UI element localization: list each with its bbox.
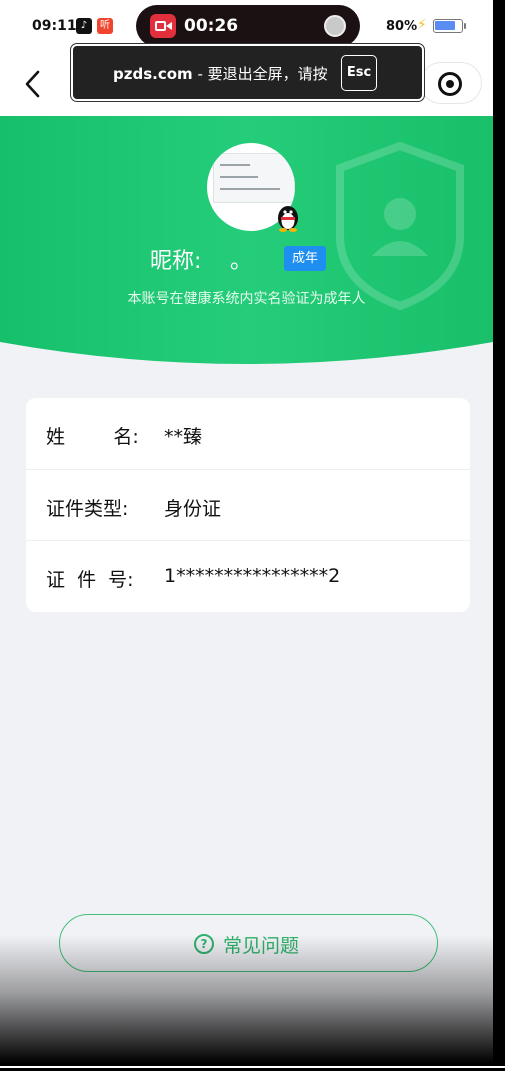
row-label: 证件类型: [46, 498, 129, 520]
target-icon[interactable] [438, 72, 462, 96]
question-circle-icon: ? [194, 934, 214, 954]
recording-elapsed-time: 00:26 [184, 16, 239, 36]
battery-cap [464, 23, 466, 29]
info-row-id-type: 证件类型: 身份证 [26, 469, 470, 541]
info-row-name: 姓 名: **臻 [26, 398, 470, 469]
row-label: 证 件 号: [46, 569, 134, 591]
status-time: 09:11 [32, 18, 77, 34]
charging-bolt-icon: ⚡ [417, 17, 427, 33]
battery-percent: 80% [386, 19, 418, 34]
nickname-value: 。 [230, 249, 253, 274]
back-arrow-icon[interactable] [22, 68, 46, 100]
nickname-label: 昵称: [150, 249, 202, 274]
row-value: 1****************2 [164, 565, 341, 587]
douyin-icon: ♪ [76, 18, 92, 34]
identity-info-card: 姓 名: **臻 证件类型: 身份证 证 件 号: 1*************… [26, 398, 470, 612]
row-value: **臻 [164, 426, 203, 448]
toast-message: 要退出全屏，请按 [207, 65, 328, 83]
battery-level-fill [435, 21, 455, 30]
fullscreen-exit-toast: pzds.com - 要退出全屏，请按 Esc [71, 44, 424, 101]
screen-bezel-right [493, 0, 505, 1071]
row-value: 身份证 [164, 498, 222, 520]
faq-label: 常见问题 [223, 935, 300, 957]
screen-bottom-line [0, 1066, 505, 1068]
ting-icon: 听 [97, 18, 113, 34]
toast-text: pzds.com - 要退出全屏，请按 [113, 63, 328, 84]
battery-icon [433, 19, 463, 33]
avatar-line [220, 188, 280, 190]
qq-penguin-icon [278, 206, 298, 232]
avatar-image [213, 153, 295, 203]
toast-domain: pzds.com [113, 65, 193, 83]
phone-screen: 09:11 ♪ 听 00:26 80% ⚡ 昵称: 。 成年 本账号在健康系统内… [0, 0, 493, 1063]
mini-program-capsule[interactable] [420, 62, 482, 104]
info-row-id-number: 证 件 号: 1****************2 [26, 540, 470, 612]
adult-status-badge: 成年 [284, 246, 326, 271]
esc-key-hint: Esc [341, 55, 377, 91]
screen-recording-indicator[interactable]: 00:26 [136, 5, 360, 47]
row-label: 姓 名: [46, 426, 139, 448]
stop-recording-button[interactable] [324, 15, 346, 37]
avatar-line [220, 164, 250, 166]
faq-button[interactable]: ? 常见问题 [59, 914, 438, 972]
avatar-line [220, 176, 258, 178]
video-camera-icon [150, 14, 176, 38]
verification-description: 本账号在健康系统内实名验证为成年人 [127, 291, 366, 307]
toast-separator: - [197, 65, 203, 83]
